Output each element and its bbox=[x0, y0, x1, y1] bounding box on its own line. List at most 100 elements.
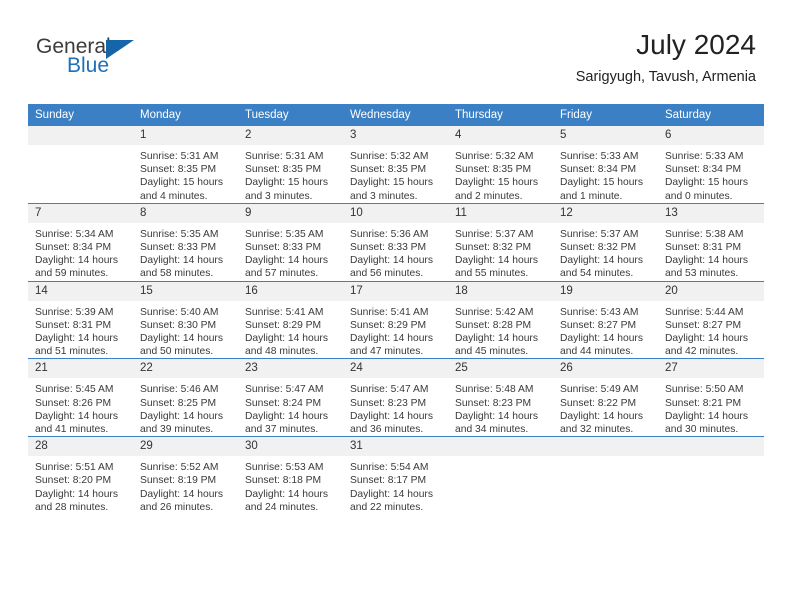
calendar-day-cell[interactable]: 26 Sunrise: 5:49 AM Sunset: 8:22 PM Dayligh… bbox=[553, 358, 658, 437]
calendar-day-cell[interactable]: 19 Sunrise: 5:43 AM Sunset: 8:27 PM Dayligh… bbox=[553, 280, 658, 359]
daylight-text: Daylight: 15 hours bbox=[245, 177, 328, 189]
sunset-text: Sunset: 8:31 PM bbox=[35, 319, 112, 331]
brand-name-blue: Blue bbox=[67, 54, 110, 77]
day-number: 2 bbox=[238, 126, 343, 145]
day-details: Sunrise: 5:36 AM Sunset: 8:33 PM Daylight:… bbox=[343, 223, 448, 281]
daylight-text: Daylight: 14 hours bbox=[665, 333, 748, 345]
daylight-text: Daylight: 14 hours bbox=[245, 333, 328, 345]
calendar-page: General Blue July 2024 Sarigyugh, Tavush… bbox=[0, 0, 792, 612]
day-number: 29 bbox=[133, 437, 238, 457]
calendar-day-cell[interactable]: 12 Sunrise: 5:37 AM Sunset: 8:32 PM Dayligh… bbox=[553, 202, 658, 282]
weekday-header-row: Sunday Monday Tuesday Wednesday Thursday… bbox=[28, 104, 764, 126]
calendar-container: Sunday Monday Tuesday Wednesday Thursday… bbox=[28, 104, 764, 515]
sunset-text: Sunset: 8:21 PM bbox=[665, 397, 742, 409]
calendar-day-cell[interactable]: 9 Sunrise: 5:35 AM Sunset: 8:33 PM Daylight… bbox=[238, 202, 343, 282]
daylight-text-cont: and 39 minutes. bbox=[140, 424, 214, 436]
day-details: Sunrise: 5:44 AM Sunset: 8:27 PM Daylight:… bbox=[658, 301, 764, 359]
sunrise-text: Sunrise: 5:45 AM bbox=[35, 384, 114, 396]
daylight-text: Daylight: 14 hours bbox=[350, 410, 433, 422]
sunrise-text: Sunrise: 5:43 AM bbox=[560, 306, 639, 318]
daylight-text: Daylight: 14 hours bbox=[140, 488, 223, 500]
calendar-day-cell[interactable]: 20 Sunrise: 5:44 AM Sunset: 8:27 PM Dayligh… bbox=[658, 280, 764, 359]
calendar-day-cell[interactable]: 6 Sunrise: 5:33 AM Sunset: 8:34 PM Daylight… bbox=[658, 126, 764, 204]
sunrise-text: Sunrise: 5:51 AM bbox=[35, 462, 114, 474]
daylight-text: Daylight: 14 hours bbox=[665, 410, 748, 422]
calendar-day-cell[interactable]: 16 Sunrise: 5:41 AM Sunset: 8:29 PM Dayligh… bbox=[238, 280, 343, 359]
sunrise-text: Sunrise: 5:54 AM bbox=[350, 462, 429, 474]
day-number bbox=[658, 437, 764, 457]
calendar-day-cell[interactable]: 14 Sunrise: 5:39 AM Sunset: 8:31 PM Dayligh… bbox=[28, 280, 133, 359]
sunrise-text: Sunrise: 5:35 AM bbox=[245, 228, 324, 240]
sunset-text: Sunset: 8:27 PM bbox=[560, 319, 637, 331]
calendar-day-cell[interactable]: 8 Sunrise: 5:35 AM Sunset: 8:33 PM Daylight… bbox=[133, 202, 238, 282]
daylight-text-cont: and 36 minutes. bbox=[350, 424, 424, 436]
calendar-day-cell[interactable]: 17 Sunrise: 5:41 AM Sunset: 8:29 PM Dayligh… bbox=[343, 280, 448, 359]
daylight-text: Daylight: 14 hours bbox=[665, 255, 748, 267]
daylight-text-cont: and 22 minutes. bbox=[350, 501, 424, 513]
daylight-text: Daylight: 14 hours bbox=[35, 410, 118, 422]
sunset-text: Sunset: 8:33 PM bbox=[350, 242, 427, 254]
daylight-text: Daylight: 14 hours bbox=[140, 255, 223, 267]
day-details: Sunrise: 5:40 AM Sunset: 8:30 PM Daylight:… bbox=[133, 301, 238, 359]
calendar-day-cell[interactable]: 21 Sunrise: 5:45 AM Sunset: 8:26 PM Dayligh… bbox=[28, 358, 133, 437]
calendar-day-cell[interactable]: 3 Sunrise: 5:32 AM Sunset: 8:35 PM Daylight… bbox=[343, 126, 448, 204]
day-number: 6 bbox=[658, 126, 764, 145]
calendar-day-cell[interactable]: 1 Sunrise: 5:31 AM Sunset: 8:35 PM Daylight… bbox=[133, 126, 238, 204]
weekday-header-thursday: Thursday bbox=[448, 104, 553, 126]
calendar-day-cell[interactable]: 30 Sunrise: 5:53 AM Sunset: 8:18 PM Dayligh… bbox=[238, 436, 343, 515]
calendar-day-cell[interactable]: 11 Sunrise: 5:37 AM Sunset: 8:32 PM Dayligh… bbox=[448, 202, 553, 282]
calendar-day-cell[interactable]: 31 Sunrise: 5:54 AM Sunset: 8:17 PM Dayligh… bbox=[343, 436, 448, 515]
calendar-day-cell[interactable]: 13 Sunrise: 5:38 AM Sunset: 8:31 PM Dayligh… bbox=[658, 202, 764, 282]
calendar-day-cell[interactable]: 24 Sunrise: 5:47 AM Sunset: 8:23 PM Dayligh… bbox=[343, 358, 448, 437]
daylight-text: Daylight: 14 hours bbox=[245, 255, 328, 267]
daylight-text: Daylight: 14 hours bbox=[245, 410, 328, 422]
calendar-empty-cell bbox=[28, 126, 133, 204]
calendar-day-cell[interactable]: 15 Sunrise: 5:40 AM Sunset: 8:30 PM Dayligh… bbox=[133, 280, 238, 359]
weekday-header-monday: Monday bbox=[133, 104, 238, 126]
sunset-text: Sunset: 8:34 PM bbox=[35, 242, 112, 254]
page-title: July 2024 bbox=[636, 29, 756, 60]
day-details: Sunrise: 5:42 AM Sunset: 8:28 PM Daylight:… bbox=[448, 301, 553, 359]
calendar-week-row: 28 Sunrise: 5:51 AM Sunset: 8:20 PM Dayligh… bbox=[28, 436, 764, 515]
daylight-text: Daylight: 14 hours bbox=[245, 488, 328, 500]
calendar-day-cell[interactable]: 10 Sunrise: 5:36 AM Sunset: 8:33 PM Dayligh… bbox=[343, 202, 448, 282]
sunset-text: Sunset: 8:35 PM bbox=[455, 164, 532, 176]
sunrise-text: Sunrise: 5:38 AM bbox=[665, 228, 744, 240]
day-details: Sunrise: 5:34 AM Sunset: 8:34 PM Daylight:… bbox=[28, 223, 133, 281]
daylight-text-cont: and 3 minutes. bbox=[350, 190, 418, 202]
daylight-text: Daylight: 14 hours bbox=[455, 255, 538, 267]
calendar-day-cell[interactable]: 7 Sunrise: 5:34 AM Sunset: 8:34 PM Daylight… bbox=[28, 202, 133, 282]
daylight-text-cont: and 3 minutes. bbox=[245, 190, 313, 202]
daylight-text-cont: and 57 minutes. bbox=[245, 268, 319, 280]
calendar-day-cell[interactable]: 28 Sunrise: 5:51 AM Sunset: 8:20 PM Dayligh… bbox=[28, 436, 133, 515]
calendar-day-cell[interactable]: 18 Sunrise: 5:42 AM Sunset: 8:28 PM Dayligh… bbox=[448, 280, 553, 359]
brand-logo[interactable]: General Blue bbox=[36, 36, 186, 84]
calendar-day-cell[interactable]: 27 Sunrise: 5:50 AM Sunset: 8:21 PM Dayligh… bbox=[658, 358, 764, 437]
day-number: 23 bbox=[238, 359, 343, 379]
calendar-day-cell[interactable]: 2 Sunrise: 5:31 AM Sunset: 8:35 PM Daylight… bbox=[238, 126, 343, 204]
daylight-text: Daylight: 15 hours bbox=[455, 177, 538, 189]
daylight-text-cont: and 56 minutes. bbox=[350, 268, 424, 280]
sunrise-text: Sunrise: 5:47 AM bbox=[245, 384, 324, 396]
day-details: Sunrise: 5:33 AM Sunset: 8:34 PM Daylight:… bbox=[658, 145, 764, 203]
calendar-day-cell[interactable]: 25 Sunrise: 5:48 AM Sunset: 8:23 PM Dayligh… bbox=[448, 358, 553, 437]
daylight-text: Daylight: 14 hours bbox=[350, 333, 433, 345]
sunset-text: Sunset: 8:20 PM bbox=[35, 475, 112, 487]
sunset-text: Sunset: 8:26 PM bbox=[35, 397, 112, 409]
calendar-day-cell[interactable]: 4 Sunrise: 5:32 AM Sunset: 8:35 PM Daylight… bbox=[448, 126, 553, 204]
sunrise-text: Sunrise: 5:41 AM bbox=[245, 306, 324, 318]
calendar-day-cell[interactable]: 5 Sunrise: 5:33 AM Sunset: 8:34 PM Daylight… bbox=[553, 126, 658, 204]
daylight-text-cont: and 26 minutes. bbox=[140, 501, 214, 513]
calendar-day-cell[interactable]: 22 Sunrise: 5:46 AM Sunset: 8:25 PM Dayligh… bbox=[133, 358, 238, 437]
day-details: Sunrise: 5:39 AM Sunset: 8:31 PM Daylight:… bbox=[28, 301, 133, 359]
daylight-text-cont: and 59 minutes. bbox=[35, 268, 109, 280]
calendar-day-cell[interactable]: 29 Sunrise: 5:52 AM Sunset: 8:19 PM Dayligh… bbox=[133, 436, 238, 515]
calendar-day-cell[interactable]: 23 Sunrise: 5:47 AM Sunset: 8:24 PM Dayligh… bbox=[238, 358, 343, 437]
sunset-text: Sunset: 8:23 PM bbox=[350, 397, 427, 409]
sunset-text: Sunset: 8:30 PM bbox=[140, 319, 217, 331]
weekday-header-wednesday: Wednesday bbox=[343, 104, 448, 126]
day-number: 7 bbox=[28, 203, 133, 223]
day-details: Sunrise: 5:37 AM Sunset: 8:32 PM Daylight:… bbox=[448, 223, 553, 281]
day-number: 4 bbox=[448, 126, 553, 145]
sunset-text: Sunset: 8:25 PM bbox=[140, 397, 217, 409]
